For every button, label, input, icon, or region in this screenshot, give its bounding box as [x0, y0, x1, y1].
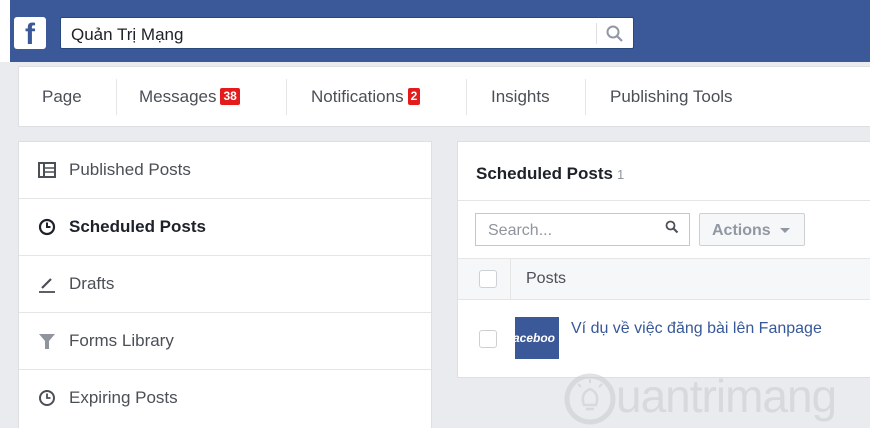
- nav-publishing-tools[interactable]: Publishing Tools: [610, 67, 733, 126]
- pencil-icon: [39, 278, 55, 293]
- sidebar-item-label: Drafts: [69, 274, 115, 293]
- nav-divider: [585, 79, 586, 115]
- top-bar: f Quản Trị Mạng: [0, 0, 870, 62]
- facebook-logo-letter: f: [25, 18, 35, 51]
- scheduled-posts-panel: Scheduled Posts 1 Search... Actions Posts…: [457, 141, 870, 378]
- nav-insights[interactable]: Insights: [491, 67, 550, 126]
- actions-label: Actions: [712, 222, 771, 239]
- nav-insights-label: Insights: [491, 87, 550, 106]
- filter-icon: [39, 334, 55, 349]
- post-thumbnail: aceboo: [515, 317, 559, 359]
- nav-page[interactable]: Page: [42, 67, 82, 126]
- post-count: 1: [616, 167, 625, 182]
- search-icon[interactable]: [665, 220, 679, 234]
- search-divider: [596, 23, 597, 44]
- sidebar-item-drafts[interactable]: Drafts: [19, 256, 431, 313]
- publishing-sidebar: Published Posts Scheduled Posts Drafts F…: [18, 141, 432, 428]
- column-header-posts: Posts: [526, 270, 567, 287]
- watermark-text: uantrimang: [616, 370, 837, 422]
- sidebar-item-expiring-posts[interactable]: Expiring Posts: [19, 370, 431, 427]
- sidebar-item-published-posts[interactable]: Published Posts: [19, 142, 431, 199]
- facebook-logo[interactable]: f: [14, 17, 46, 51]
- column-divider: [510, 259, 511, 299]
- watermark: uantrimang: [562, 365, 870, 428]
- panel-title-text: Scheduled Posts: [476, 164, 613, 183]
- nav-divider: [466, 79, 467, 115]
- top-search-box[interactable]: Quản Trị Mạng: [60, 17, 634, 49]
- posts-search-input[interactable]: Search...: [475, 213, 690, 246]
- sidebar-item-forms-library[interactable]: Forms Library: [19, 313, 431, 370]
- row-checkbox[interactable]: [479, 330, 497, 348]
- nav-publishing-tools-label: Publishing Tools: [610, 87, 733, 106]
- clock-icon: [38, 218, 56, 236]
- top-search-input[interactable]: Quản Trị Mạng: [71, 25, 183, 45]
- sidebar-item-label: Published Posts: [69, 160, 191, 179]
- post-title-link[interactable]: Ví dụ về việc đăng bài lên Fanpage: [571, 320, 822, 338]
- notifications-badge: 2: [407, 88, 421, 105]
- sidebar-item-scheduled-posts[interactable]: Scheduled Posts: [19, 199, 431, 256]
- search-icon[interactable]: [605, 24, 625, 44]
- lightbulb-icon: [564, 373, 616, 425]
- nav-messages-label: Messages: [139, 87, 217, 106]
- nav-notifications[interactable]: Notifications 2: [311, 67, 421, 126]
- nav-divider: [116, 79, 117, 115]
- list-icon: [38, 162, 56, 178]
- divider: [458, 200, 870, 201]
- left-edge: [0, 0, 10, 62]
- nav-divider: [286, 79, 287, 115]
- search-placeholder: Search...: [488, 222, 553, 239]
- thumbnail-text: aceboo: [515, 331, 556, 345]
- messages-badge: 38: [220, 88, 240, 105]
- nav-page-label: Page: [42, 87, 82, 106]
- clock-icon: [39, 390, 55, 406]
- nav-notifications-label: Notifications: [311, 87, 404, 106]
- sidebar-item-label: Expiring Posts: [69, 388, 178, 407]
- table-header: Posts: [458, 258, 870, 300]
- select-all-checkbox[interactable]: [479, 270, 497, 288]
- panel-title: Scheduled Posts 1: [476, 164, 624, 184]
- actions-dropdown[interactable]: Actions: [699, 213, 805, 246]
- sidebar-item-label: Scheduled Posts: [69, 217, 206, 236]
- nav-messages[interactable]: Messages 38: [139, 67, 240, 126]
- chevron-down-icon: [780, 228, 790, 233]
- page-nav-bar: Page Messages 38 Notifications 2 Insights …: [18, 66, 870, 127]
- sidebar-item-label: Forms Library: [69, 331, 174, 350]
